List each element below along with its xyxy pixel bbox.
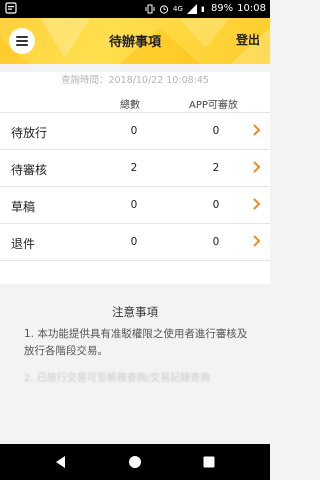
vibrate-icon <box>145 4 155 14</box>
table-row-pending-review[interactable]: 待審核 2 2 <box>0 150 270 187</box>
signal-icon <box>186 4 197 14</box>
system-nav-bar <box>0 444 270 480</box>
row-app-approvable: 0 <box>212 125 220 137</box>
chevron-right-icon <box>253 198 261 210</box>
row-app-approvable: 2 <box>212 162 220 174</box>
alarm-icon <box>159 5 169 14</box>
notification-icon <box>5 2 17 14</box>
query-time: 查詢時間：2018/10/22 10:08:45 <box>0 72 270 86</box>
app-header: 待辦事項 登出 <box>0 18 270 64</box>
row-total: 0 <box>130 125 138 137</box>
logout-button[interactable]: 登出 <box>236 31 260 48</box>
table-row-draft[interactable]: 草稿 0 0 <box>0 187 270 224</box>
row-app-approvable: 0 <box>212 199 220 211</box>
todo-table: 總數 APP可審放 待放行 0 0 待審核 2 2 草稿 0 0 退件 0 0 <box>0 86 270 284</box>
back-triangle-icon[interactable] <box>53 454 69 470</box>
page-title: 待辦事項 <box>108 35 161 50</box>
column-header-app-approvable: APP可審放 <box>189 100 238 111</box>
clock: 10:08 <box>237 3 266 14</box>
home-circle-icon[interactable] <box>127 454 143 470</box>
row-label: 退件 <box>11 237 36 251</box>
battery-percent: 89% <box>210 3 234 14</box>
row-total: 0 <box>130 236 138 248</box>
chevron-right-icon <box>253 124 261 136</box>
chevron-right-icon <box>253 161 261 173</box>
notes-item: 2. 已放行交易可至帳務查詢/交易記錄查詢 <box>24 373 211 384</box>
row-label: 待放行 <box>11 126 48 140</box>
table-row-returned[interactable]: 退件 0 0 <box>0 224 270 261</box>
notes-item: 1. 本功能提供具有准駁權限之使用者進行審核及放行各階段交易。 <box>24 328 248 357</box>
row-app-approvable: 0 <box>212 236 220 248</box>
notes-title: 注意事項 <box>112 305 158 319</box>
column-header-total: 總數 <box>120 100 140 111</box>
row-total: 2 <box>130 162 138 174</box>
row-label: 待審核 <box>11 163 48 177</box>
table-row-pending-release[interactable]: 待放行 0 0 <box>0 113 270 150</box>
network-type: 4G <box>173 5 183 13</box>
recents-square-icon[interactable] <box>201 454 217 470</box>
status-bar: 4G 89% 10:08 <box>0 0 270 18</box>
row-label: 草稿 <box>11 200 36 214</box>
battery-icon <box>201 6 204 12</box>
row-total: 0 <box>130 199 138 211</box>
chevron-right-icon <box>253 235 261 247</box>
